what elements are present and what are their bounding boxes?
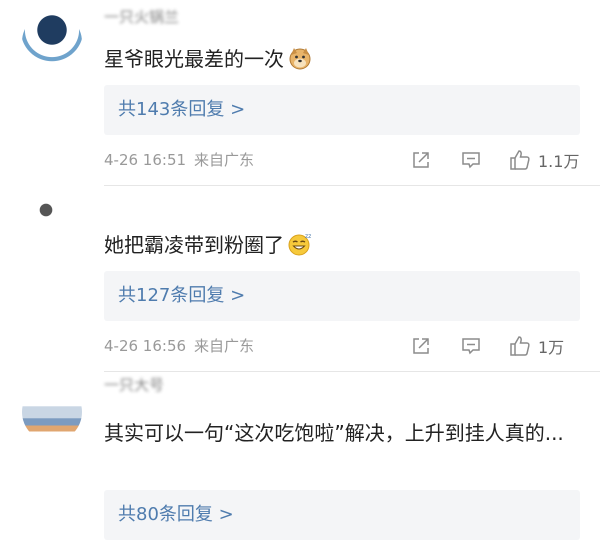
thumbs-up-icon bbox=[510, 150, 530, 170]
avatar[interactable] bbox=[22, 12, 82, 72]
avatar[interactable] bbox=[22, 382, 82, 442]
comment-body: 她把霸凌带到粉圈了 bbox=[104, 233, 284, 257]
comment-icon bbox=[462, 338, 480, 355]
replies-box[interactable]: 共127条回复 > bbox=[104, 271, 580, 321]
share-icon bbox=[413, 338, 429, 354]
comment-text: 其实可以一句“这次吃饱啦”解决，上升到挂人真的... bbox=[104, 418, 584, 448]
source-label: 来自广东 bbox=[194, 151, 255, 169]
comment-meta: 4-26 16:56 来自广东 bbox=[104, 336, 254, 356]
like-count: 1.1万 bbox=[538, 152, 580, 171]
view-replies-link[interactable]: 共143条回复 > bbox=[118, 97, 245, 123]
avatar[interactable] bbox=[22, 198, 82, 258]
comment-text: 她把霸凌带到粉圈了 zz bbox=[104, 230, 584, 260]
comment-button[interactable] bbox=[460, 332, 482, 360]
comment-button[interactable] bbox=[460, 146, 482, 174]
share-button[interactable] bbox=[410, 146, 432, 174]
comment-item: 一只大号 其实可以一句“这次吃饱啦”解决，上升到挂人真的... 共80条回复 > bbox=[0, 372, 600, 540]
like-count: 1万 bbox=[538, 338, 565, 357]
view-replies-link[interactable]: 共127条回复 > bbox=[118, 283, 245, 309]
thumbs-up-icon bbox=[510, 336, 530, 356]
comment-meta: 4-26 16:51 来自广东 bbox=[104, 150, 254, 170]
view-replies-link[interactable]: 共80条回复 > bbox=[118, 502, 234, 528]
svg-text:zz: zz bbox=[305, 233, 311, 240]
comment-item: 她把霸凌带到粉圈了 zz 共127条回复 > 4-26 16:56 来自广东 1… bbox=[0, 186, 600, 372]
sleepy-grin-emoji: zz bbox=[288, 233, 311, 256]
like-button[interactable]: 1万 bbox=[508, 332, 564, 360]
like-button[interactable]: 1.1万 bbox=[508, 146, 579, 174]
username[interactable]: 一只大号 bbox=[104, 378, 264, 392]
replies-box[interactable]: 共80条回复 > bbox=[104, 490, 580, 540]
timestamp: 4-26 16:51 bbox=[104, 151, 187, 169]
replies-box[interactable]: 共143条回复 > bbox=[104, 85, 580, 135]
timestamp: 4-26 16:56 bbox=[104, 337, 187, 355]
source-label: 来自广东 bbox=[194, 337, 255, 355]
username[interactable]: 一只火锅兰 bbox=[104, 10, 264, 24]
doge-emoji bbox=[289, 48, 311, 70]
comment-body: 星爷眼光最差的一次 bbox=[104, 47, 284, 71]
comment-body: 其实可以一句“这次吃饱啦”解决，上升到挂人真的... bbox=[104, 421, 564, 445]
comment-icon bbox=[462, 152, 480, 169]
comment-actions: 1万 bbox=[410, 332, 590, 360]
comment-text: 星爷眼光最差的一次 bbox=[104, 44, 584, 74]
comment-actions: 1.1万 bbox=[410, 146, 590, 174]
share-button[interactable] bbox=[410, 332, 432, 360]
share-icon bbox=[413, 152, 429, 168]
comment-item: 一只火锅兰 星爷眼光最差的一次 共143条回复 > 4-26 16:51 来自广东 bbox=[0, 0, 600, 186]
